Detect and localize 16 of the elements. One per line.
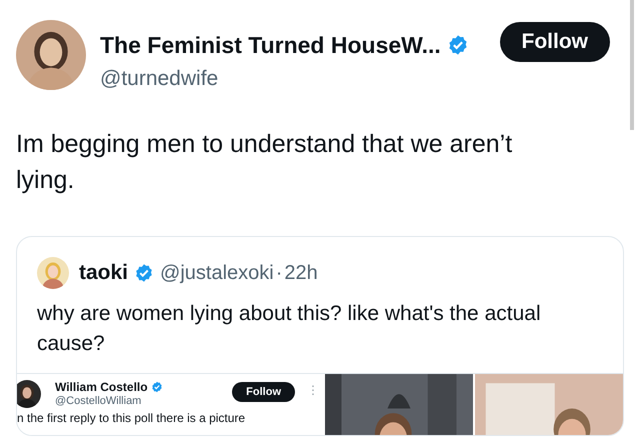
quote-time: 22h (284, 261, 318, 286)
screenshot-author-handle: @CostelloWilliam (55, 394, 142, 408)
author-handle: @turnedwife (100, 66, 220, 92)
screenshot-text: n the first reply to this poll there is a picture (17, 411, 246, 425)
quote-text: why are women lying about this? like what's the actual cause? (36, 301, 542, 357)
screenshot-author-name: William Costello (55, 380, 148, 394)
quote-author-name: taoki (79, 260, 128, 286)
more-icon: ⋮ (307, 380, 319, 400)
screenshot-follow-button: Follow (232, 382, 295, 402)
quote-author-handle: @justalexoki (160, 261, 274, 286)
author-name: The Feminist Turned HouseW... (100, 31, 441, 60)
scrollbar[interactable] (630, 0, 634, 130)
follow-button[interactable]: Follow (500, 22, 610, 62)
quote-card[interactable]: taoki @justalexoki·22h why are women lying about this? like what's the actual cause? William Costello @CostelloWilliam Follow ⋮ n the first reply to this poll there is a picture (16, 236, 624, 436)
tweet-text: Im begging men to understand that we aren’t lying. (15, 129, 514, 196)
separator: · (276, 261, 282, 286)
